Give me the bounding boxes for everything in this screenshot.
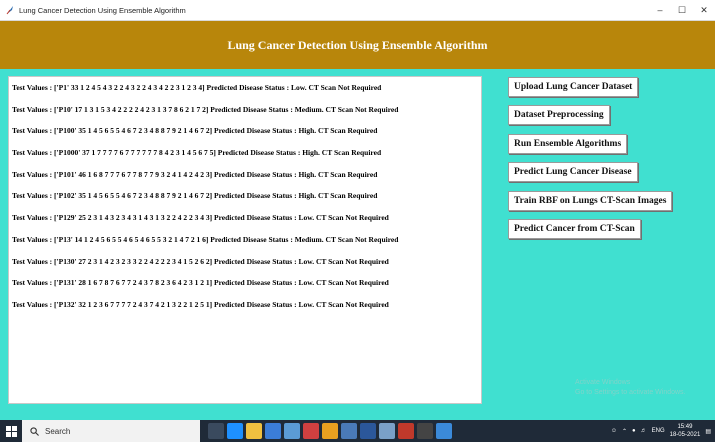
volume-icon[interactable]: ♬ <box>641 428 647 434</box>
window-title-bar[interactable]: Lung Cancer Detection Using Ensemble Alg… <box>0 0 715 21</box>
app-icon[interactable] <box>379 423 395 439</box>
system-tray: ☺ ⌃ ● ♬ ENG 15:49 18-05-2021 ▤ <box>611 420 711 442</box>
watermark-line-2: Go to Settings to activate Windows. <box>575 389 686 396</box>
output-line: Test Values : ['P129' 25 2 3 1 4 3 2 3 4… <box>12 213 389 223</box>
edge-icon[interactable] <box>227 423 243 439</box>
app-icon[interactable] <box>284 423 300 439</box>
upload-dataset-button[interactable]: Upload Lung Cancer Dataset <box>508 77 639 97</box>
output-text-area[interactable]: Test Values : ['P1' 33 1 2 4 5 4 3 2 2 4… <box>8 76 482 404</box>
dataset-preprocessing-button[interactable]: Dataset Preprocessing <box>508 105 610 125</box>
output-line: Test Values : ['P130' 27 2 3 1 4 2 3 2 3… <box>12 256 389 266</box>
notification-icon[interactable]: ▤ <box>705 428 711 435</box>
output-line: Test Values : ['P10' 17 1 3 1 5 3 4 2 2 … <box>12 104 399 114</box>
feather-app-icon <box>6 6 13 15</box>
activate-windows-watermark: Activate Windows Go to Settings to activ… <box>575 378 686 398</box>
store-icon[interactable] <box>265 423 281 439</box>
predict-disease-button[interactable]: Predict Lung Cancer Disease <box>508 162 638 182</box>
clock-date: 18-05-2021 <box>669 432 701 438</box>
output-line: Test Values : ['P102' 35 1 4 5 6 5 5 4 6… <box>12 191 378 201</box>
taskbar: Search ☺ ⌃ ● ♬ ENG 15:49 18-05-2021 ▤ <box>0 420 715 442</box>
output-line: Test Values : ['P131' 28 1 6 7 8 7 6 7 7… <box>12 278 389 288</box>
terminal-icon[interactable] <box>417 423 433 439</box>
output-line: Test Values : ['P13' 14 1 2 4 5 6 5 5 4 … <box>12 234 399 244</box>
clock[interactable]: 15:49 18-05-2021 <box>670 423 701 439</box>
output-line: Test Values : ['P100' 35 1 4 5 6 5 5 4 6… <box>12 126 378 136</box>
language-indicator[interactable]: ENG <box>652 428 665 434</box>
start-button[interactable] <box>0 420 22 442</box>
output-line: Test Values : ['P1000' 37 1 7 7 7 7 6 7 … <box>12 148 382 158</box>
search-label: Search <box>45 426 71 436</box>
maximize-button[interactable]: ☐ <box>671 0 693 20</box>
output-line: Test Values : ['P101' 46 1 6 8 7 7 7 6 7… <box>12 169 378 179</box>
python-icon[interactable] <box>436 423 452 439</box>
output-line: Test Values : ['P1' 33 1 2 4 5 4 3 2 2 4… <box>12 83 382 92</box>
chevron-up-icon[interactable]: ⌃ <box>622 428 627 435</box>
output-line: Test Values : ['P132' 32 1 2 3 6 7 7 7 7… <box>12 299 389 309</box>
page-title: Lung Cancer Detection Using Ensemble Alg… <box>227 37 488 52</box>
file-explorer-icon[interactable] <box>246 423 262 439</box>
windows-icon <box>5 425 17 437</box>
clock-time: 15:49 <box>677 424 693 430</box>
close-button[interactable]: ✕ <box>693 0 715 20</box>
minimize-button[interactable]: – <box>649 0 671 20</box>
window-title: Lung Cancer Detection Using Ensemble Alg… <box>19 5 186 15</box>
watermark-line-1: Activate Windows <box>575 379 631 386</box>
chrome-icon[interactable] <box>322 423 338 439</box>
people-icon[interactable]: ☺ <box>611 428 617 434</box>
network-icon[interactable]: ● <box>632 428 636 434</box>
word-icon[interactable] <box>360 423 376 439</box>
search-icon <box>30 426 39 436</box>
header-banner: Lung Cancer Detection Using Ensemble Alg… <box>0 21 715 69</box>
run-ensemble-button[interactable]: Run Ensemble Algorithms <box>508 134 628 154</box>
app-icon[interactable] <box>303 423 319 439</box>
task-view-icon[interactable] <box>208 423 224 439</box>
predict-ct-scan-button[interactable]: Predict Cancer from CT-Scan <box>508 219 641 239</box>
app-icon[interactable] <box>341 423 357 439</box>
taskbar-search[interactable]: Search <box>22 420 200 442</box>
app-icon[interactable] <box>398 423 414 439</box>
train-rbf-button[interactable]: Train RBF on Lungs CT-Scan Images <box>508 191 673 211</box>
